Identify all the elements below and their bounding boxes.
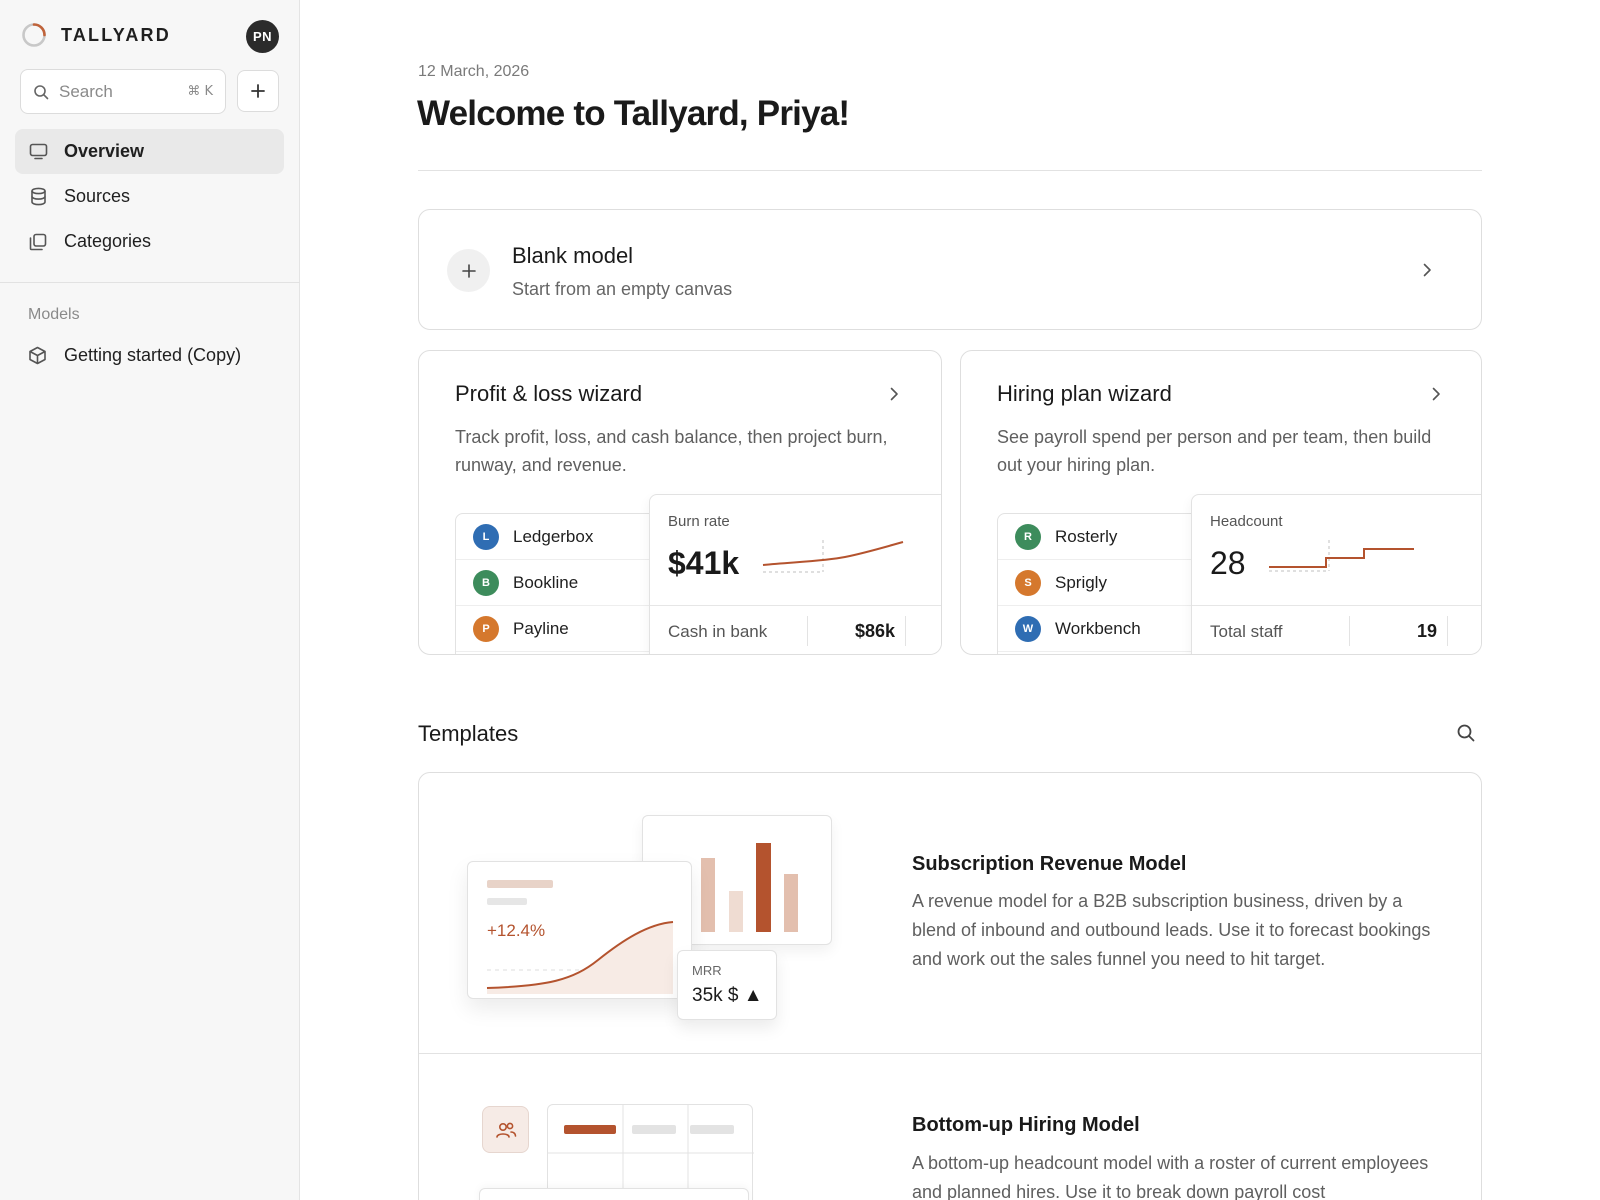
stat-footer: Total staff 19 — [1192, 605, 1481, 654]
stat-label: Burn rate — [668, 513, 730, 530]
mrr-metric-card: MRR 35k $ ▲ — [677, 950, 777, 1020]
blank-model-title: Blank model — [512, 243, 634, 268]
model-label: Getting started (Copy) — [64, 345, 242, 365]
stat-value: $41k — [668, 545, 740, 581]
template-description: A revenue model for a B2B subscription b… — [912, 891, 1431, 969]
templates-list: +12.4% MRR 35k $ ▲ Subscription Revenue … — [418, 772, 1482, 1200]
hiring-plan-wizard-card[interactable]: Hiring plan wizard See payroll spend per… — [960, 350, 1482, 655]
template-subscription-revenue[interactable]: +12.4% MRR 35k $ ▲ Subscription Revenue … — [419, 773, 1481, 1054]
blank-model-subtitle: Start from an empty canvas — [512, 279, 733, 299]
source-name: Payline — [513, 618, 569, 638]
search-input[interactable] — [59, 81, 169, 102]
source-avatar: W — [1015, 615, 1041, 642]
database-icon — [28, 187, 48, 207]
source-avatar: S — [1015, 569, 1041, 596]
stat-value: 28 — [1210, 545, 1246, 581]
source-name: Rosterly — [1055, 526, 1118, 546]
blank-model-card[interactable]: Blank model Start from an empty canvas — [418, 209, 1482, 330]
chevron-right-icon — [1432, 387, 1440, 401]
divider — [1349, 616, 1350, 646]
metric-value: 35k $ ▲ — [692, 985, 763, 1006]
brand[interactable]: TALLYARD — [21, 22, 171, 48]
cube-icon — [28, 346, 48, 366]
sidebar-item-categories[interactable]: Categories — [15, 219, 284, 264]
list-item: W Workbench — [998, 606, 1216, 652]
people-icon — [482, 1106, 529, 1153]
source-name: Sprigly — [1055, 572, 1107, 592]
add-button[interactable] — [237, 70, 279, 112]
copy-icon — [28, 232, 48, 252]
profit-loss-wizard-card[interactable]: Profit & loss wizard Track profit, loss,… — [418, 350, 942, 655]
monitor-icon — [28, 142, 48, 162]
source-avatar: B — [473, 569, 499, 596]
source-name: Ledgerbox — [513, 526, 594, 546]
metric-label: MRR — [692, 963, 722, 978]
stat-footer-label: Total staff — [1210, 622, 1283, 641]
brand-name: TALLYARD — [61, 24, 171, 45]
burn-rate-sparkline — [762, 540, 904, 573]
wizard-description: See payroll spend per person and per tea… — [997, 427, 1432, 475]
current-date: 12 March, 2026 — [418, 63, 530, 80]
table-illustration — [547, 1104, 754, 1200]
list-item: S Sprigly — [998, 560, 1216, 606]
stat-footer: Cash in bank $86k — [650, 605, 941, 654]
chevron-right-icon — [1423, 263, 1431, 277]
wizard-title: Profit & loss wizard — [455, 381, 643, 406]
templates-heading: Templates — [418, 721, 519, 746]
burn-rate-stat-card: Burn rate $41k Cash in bank $86k — [649, 494, 941, 654]
plus-icon — [447, 249, 490, 292]
stat-footer-value: $86k — [854, 621, 895, 641]
brand-logo-icon — [22, 23, 46, 47]
chevron-right-icon — [890, 387, 898, 401]
source-avatar: R — [1015, 523, 1041, 550]
list-item: P Payline — [456, 606, 674, 652]
source-name: Bookline — [513, 572, 579, 592]
wizard-title: Hiring plan wizard — [997, 381, 1172, 406]
list-item: L Ledgerbox — [456, 514, 674, 560]
divider — [905, 616, 906, 646]
source-list: R Rosterly S Sprigly W Workbench — [997, 513, 1217, 654]
search-shortcut: ⌘ K — [187, 84, 213, 99]
source-avatar: L — [473, 523, 499, 550]
stat-footer-label: Cash in bank — [668, 622, 768, 641]
sidebar-item-label: Overview — [64, 141, 145, 161]
search-icon[interactable] — [1456, 723, 1476, 743]
headcount-step-chart — [1269, 540, 1414, 572]
sidebar-item-label: Categories — [64, 231, 152, 251]
divider — [807, 616, 808, 646]
wizard-description: Track profit, loss, and cash balance, th… — [455, 427, 888, 475]
models-section-label: Models — [28, 306, 80, 323]
growth-percentage: +12.4% — [487, 921, 546, 940]
template-title: Subscription Revenue Model — [912, 853, 1187, 875]
line-chart-illustration: +12.4% — [467, 861, 692, 999]
sidebar-item-overview[interactable]: Overview — [15, 129, 284, 174]
list-item: R Rosterly — [998, 514, 1216, 560]
avatar[interactable]: PN — [246, 20, 279, 53]
sidebar-item-sources[interactable]: Sources — [15, 174, 284, 219]
source-name: Workbench — [1055, 618, 1141, 638]
stat-footer-value: 19 — [1416, 621, 1437, 641]
stat-label: Headcount — [1210, 513, 1283, 530]
template-bottom-up-hiring[interactable]: Bottom-up Hiring Model A bottom-up headc… — [419, 1054, 1481, 1200]
plus-icon — [251, 84, 265, 98]
sidebar-divider — [0, 282, 300, 283]
headcount-stat-card: Headcount 28 Total staff 19 — [1191, 494, 1481, 654]
source-list: L Ledgerbox B Bookline P Payline — [455, 513, 675, 654]
search-box[interactable]: ⌘ K — [20, 69, 226, 114]
template-description: A bottom-up headcount model with a roste… — [912, 1153, 1429, 1200]
sidebar: TALLYARD PN ⌘ K Overview Sources — [0, 0, 300, 1200]
header-divider — [418, 170, 1482, 171]
source-avatar: P — [473, 615, 499, 642]
search-icon — [34, 84, 49, 99]
template-title: Bottom-up Hiring Model — [912, 1114, 1140, 1136]
list-item: B Bookline — [456, 560, 674, 606]
page-title: Welcome to Tallyard, Priya! — [417, 94, 850, 133]
main-content: 12 March, 2026 Welcome to Tallyard, Priy… — [300, 0, 1600, 1200]
divider — [1447, 616, 1448, 646]
sidebar-item-label: Sources — [64, 186, 131, 206]
table-illustration-secondary — [479, 1188, 749, 1200]
sidebar-nav: Overview Sources Categories — [15, 129, 284, 264]
sidebar-model-getting-started[interactable]: Getting started (Copy) — [28, 345, 241, 366]
